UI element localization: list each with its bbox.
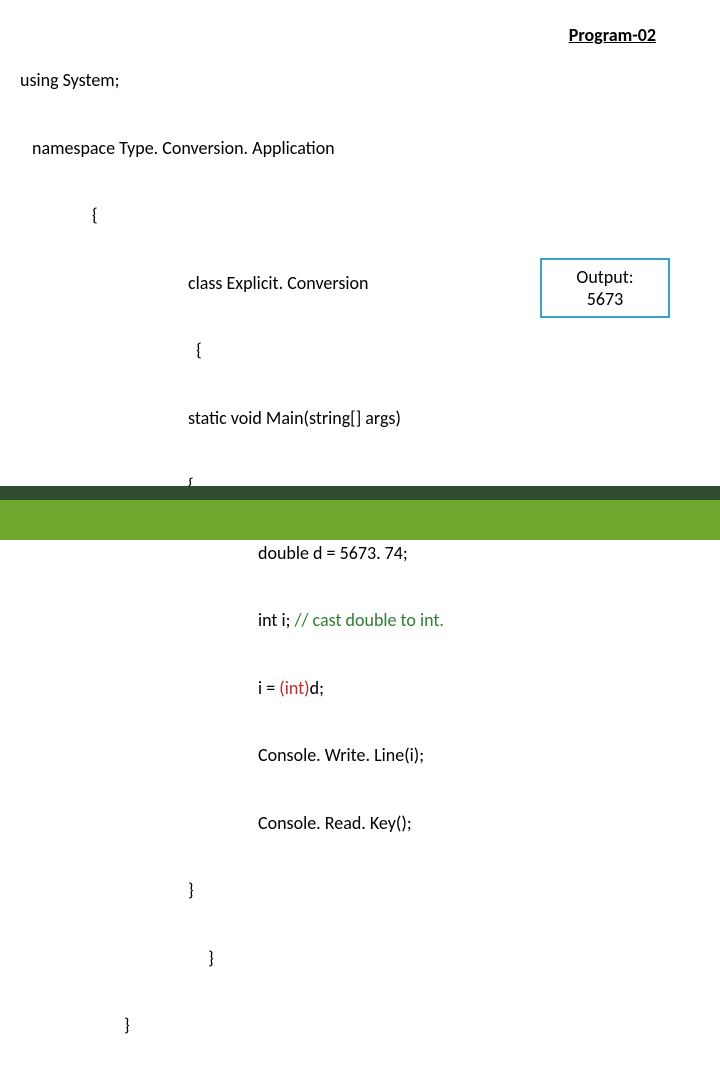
code-block: using System; namespace Type. Conversion… — [20, 24, 700, 1080]
code-comment: // cast double to int. — [295, 609, 444, 631]
code-line: i = (int)d; — [20, 677, 700, 700]
code-line: } — [20, 947, 700, 970]
output-box: Output: 5673 — [540, 258, 670, 318]
code-text: i = — [258, 677, 279, 699]
code-line: { — [20, 204, 700, 227]
code-line: { — [20, 339, 700, 362]
code-area: using System; namespace Type. Conversion… — [20, 24, 700, 1080]
code-line: Console. Read. Key(); — [20, 812, 700, 835]
code-line: } — [20, 1014, 700, 1037]
code-line: double d = 5673. 74; — [20, 542, 700, 565]
output-label: Output: — [550, 266, 660, 288]
footer-accent — [0, 486, 720, 500]
code-text: d; — [310, 677, 324, 699]
code-cast: (int) — [279, 677, 309, 699]
code-line: namespace Type. Conversion. Application — [20, 137, 700, 160]
code-text: int i; — [258, 609, 295, 631]
code-line: static void Main(string[] args) — [20, 407, 700, 430]
code-line: int i; // cast double to int. — [20, 609, 700, 632]
code-line: using System; — [20, 69, 700, 92]
code-line: Console. Write. Line(i); — [20, 744, 700, 767]
footer-bar — [0, 500, 720, 540]
output-value: 5673 — [550, 288, 660, 310]
code-line: } — [20, 879, 700, 902]
